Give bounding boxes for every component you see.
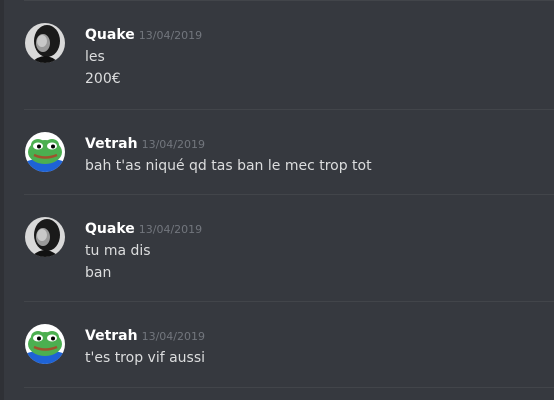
message-header: Quake 13/04/2019 [85,218,202,240]
message-divider [24,387,554,388]
message-content: bah t'as niqué qd tas ban le mec trop to… [85,155,372,177]
message-line: bah t'as niqué qd tas ban le mec trop to… [85,158,372,174]
message-header: Vetrah 13/04/2019 [85,325,205,347]
pepe-frog-icon [25,324,65,364]
message-divider [24,194,554,195]
message-divider [24,109,554,110]
message-line: ban [85,265,112,281]
message-line: les [85,49,105,65]
avatar[interactable] [25,324,65,364]
message-divider [24,0,554,1]
pepe-frog-icon [25,132,65,172]
message-line: t'es trop vif aussi [85,350,206,366]
message-header: Quake 13/04/2019 [85,24,202,46]
message-group: Vetrah 13/04/2019 t'es trop vif aussi [4,301,554,387]
timestamp: 13/04/2019 [138,29,203,42]
avatar[interactable] [25,217,65,257]
message-group: Quake 13/04/2019 tu ma dis ban [4,194,554,301]
username[interactable]: Vetrah [85,328,138,344]
message-content: tu ma dis ban [85,240,151,284]
message-divider [24,301,554,302]
message-line: tu ma dis [85,243,151,259]
timestamp: 13/04/2019 [138,223,203,236]
username[interactable]: Quake [85,221,135,237]
message-list: Quake 13/04/2019 les 200€ Vetrah 13/04/2… [4,0,554,400]
avatar[interactable] [25,132,65,172]
avatar[interactable] [25,23,65,63]
message-content: les 200€ [85,46,121,90]
timestamp: 13/04/2019 [141,330,205,343]
username[interactable]: Quake [85,27,135,43]
message-group: Quake 13/04/2019 les 200€ [4,0,554,109]
dark-portrait-icon [25,23,65,63]
dark-portrait-icon [25,217,65,257]
username[interactable]: Vetrah [85,136,138,152]
message-group: Vetrah 13/04/2019 bah t'as niqué qd tas b… [4,109,554,194]
message-content: t'es trop vif aussi [85,347,205,369]
timestamp: 13/04/2019 [141,138,205,151]
message-line: 200€ [85,71,121,87]
message-header: Vetrah 13/04/2019 [85,133,205,155]
